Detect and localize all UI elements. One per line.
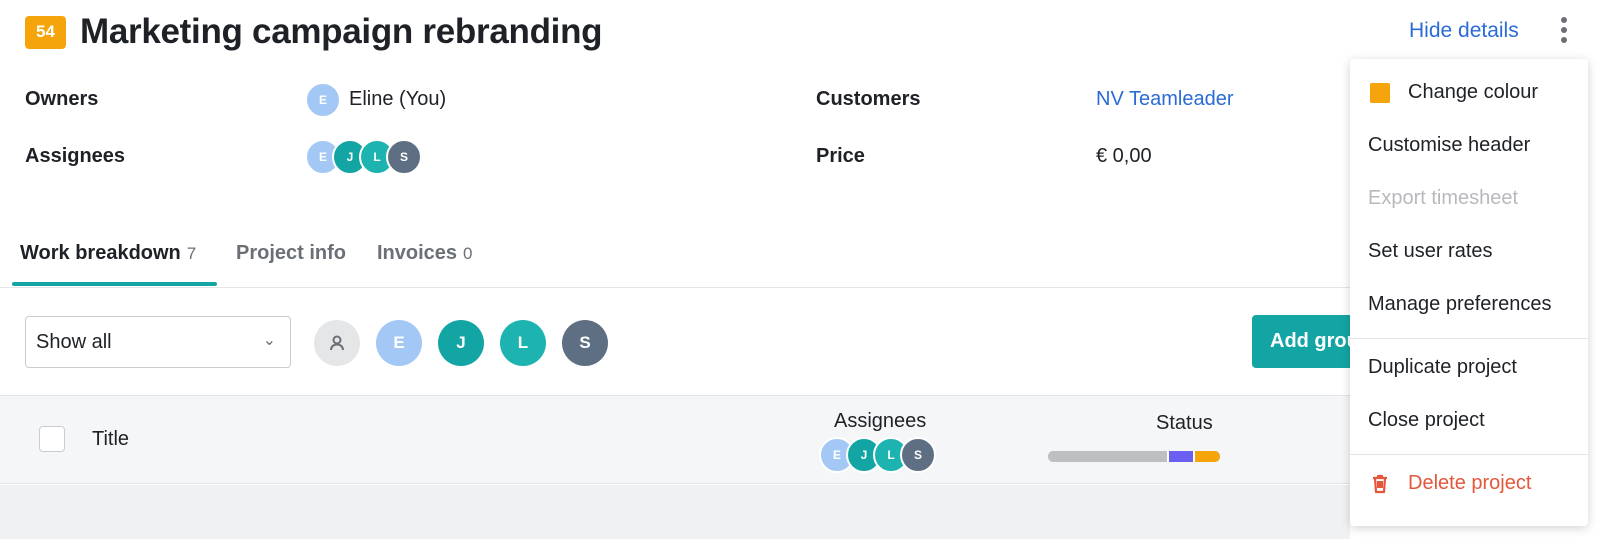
tab-work-breakdown[interactable]: Work breakdown 7 bbox=[20, 242, 196, 265]
avatar: S bbox=[900, 437, 936, 473]
column-title[interactable]: Title bbox=[92, 428, 129, 451]
menu-item-label: Change colour bbox=[1408, 81, 1539, 103]
assignees-label: Assignees bbox=[25, 145, 126, 167]
tab-label: Work breakdown bbox=[20, 242, 181, 264]
tab-bar: Work breakdown 7 Project info Invoices 0 bbox=[0, 236, 1350, 288]
status-segment-todo bbox=[1048, 451, 1168, 462]
table-body-area bbox=[0, 485, 1350, 539]
menu-item-export-timesheet: Export timesheet bbox=[1368, 187, 1519, 209]
tab-count: 7 bbox=[186, 244, 197, 263]
menu-item-set-user-rates[interactable]: Set user rates bbox=[1350, 225, 1588, 278]
price-label: Price bbox=[816, 145, 865, 167]
owners-label: Owners bbox=[25, 88, 99, 110]
status-segment-other bbox=[1194, 451, 1220, 462]
filter-select-value: Show all bbox=[36, 330, 112, 353]
avatar[interactable]: S bbox=[562, 320, 608, 366]
page-title: Marketing campaign rebranding bbox=[80, 12, 603, 51]
menu-item-duplicate-project[interactable]: Duplicate project bbox=[1350, 341, 1588, 394]
column-status[interactable]: Status bbox=[1156, 412, 1213, 435]
menu-divider bbox=[1350, 338, 1588, 339]
owner-name[interactable]: Eline (You) bbox=[349, 88, 446, 111]
tab-label: Project info bbox=[236, 242, 347, 264]
tab-project-info[interactable]: Project info bbox=[236, 242, 346, 265]
table-header: Title Assignees E J L S Status bbox=[0, 395, 1350, 484]
status-progress-bar bbox=[1048, 451, 1220, 462]
hide-details-link[interactable]: Hide details bbox=[1409, 19, 1519, 43]
add-group-button[interactable]: Add group bbox=[1252, 315, 1362, 368]
column-assignees[interactable]: Assignees bbox=[834, 410, 926, 433]
colour-swatch-icon bbox=[1370, 82, 1390, 103]
project-header: 54 Marketing campaign rebranding bbox=[25, 12, 603, 52]
avatar[interactable]: E bbox=[376, 320, 422, 366]
project-number-badge: 54 bbox=[25, 15, 66, 49]
project-options-menu: Change colour Customise header Export ti… bbox=[1350, 59, 1588, 526]
menu-item-label: Delete project bbox=[1408, 472, 1532, 494]
active-tab-indicator bbox=[12, 282, 217, 286]
unassigned-user-icon[interactable] bbox=[314, 320, 360, 366]
menu-item-manage-preferences[interactable]: Manage preferences bbox=[1350, 278, 1588, 331]
filter-select[interactable]: Show all ⌄ bbox=[25, 316, 291, 368]
customer-link[interactable]: NV Teamleader bbox=[1096, 88, 1233, 111]
select-all-checkbox[interactable] bbox=[39, 426, 65, 452]
project-page: 54 Marketing campaign rebranding Hide de… bbox=[0, 0, 1600, 539]
avatar: E bbox=[305, 82, 341, 118]
avatar[interactable]: J bbox=[438, 320, 484, 366]
menu-item-customise-header[interactable]: Customise header bbox=[1350, 119, 1588, 172]
tab-count: 0 bbox=[463, 244, 473, 263]
menu-item-close-project[interactable]: Close project bbox=[1350, 394, 1588, 447]
trash-icon bbox=[1373, 474, 1387, 493]
avatar[interactable]: S bbox=[386, 139, 422, 175]
more-options-icon[interactable] bbox=[1557, 15, 1571, 45]
price-value: € 0,00 bbox=[1096, 145, 1152, 167]
tab-invoices[interactable]: Invoices 0 bbox=[377, 242, 473, 265]
status-segment-in-progress bbox=[1169, 451, 1193, 462]
customers-label: Customers bbox=[816, 88, 921, 110]
menu-item-change-colour[interactable]: Change colour bbox=[1350, 66, 1588, 119]
menu-item-delete-project[interactable]: Delete project bbox=[1350, 457, 1588, 510]
tab-label: Invoices bbox=[377, 242, 458, 264]
chevron-down-icon: ⌄ bbox=[262, 332, 276, 349]
avatar[interactable]: L bbox=[500, 320, 546, 366]
menu-divider bbox=[1350, 454, 1588, 455]
